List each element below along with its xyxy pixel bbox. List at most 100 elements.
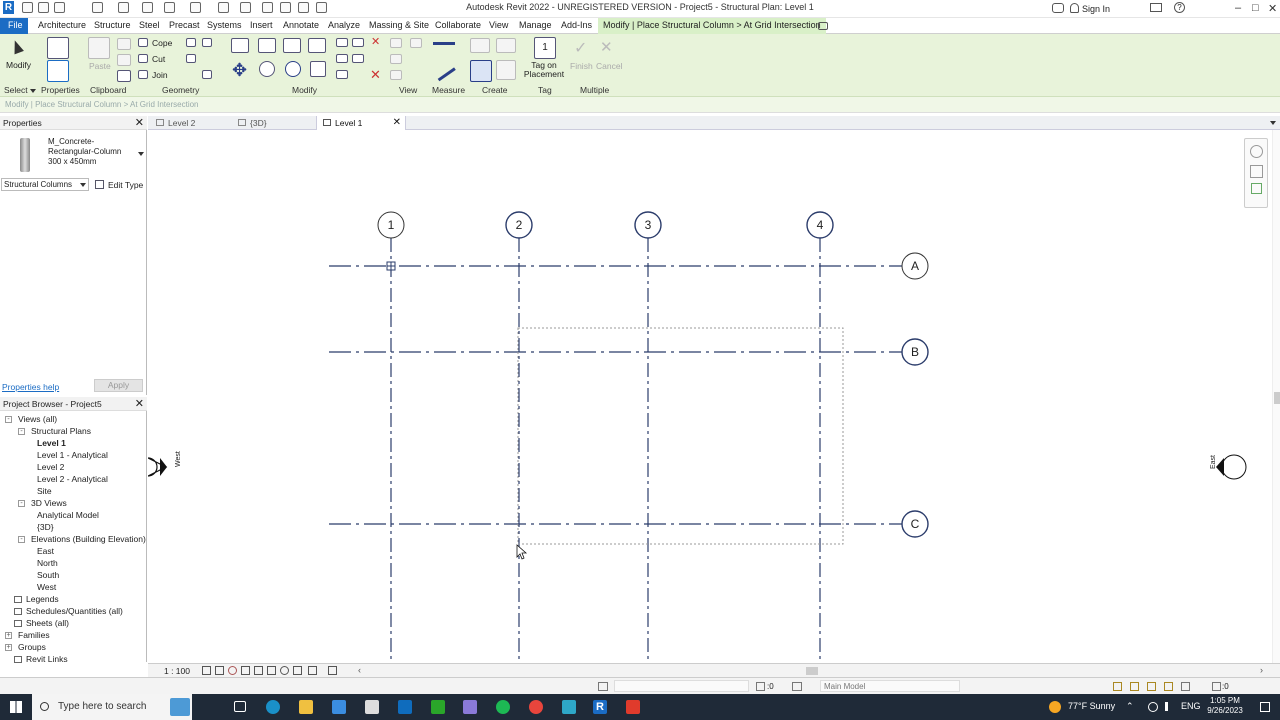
visual-style-icon[interactable]	[215, 666, 224, 675]
cut-button[interactable]: Cut	[152, 54, 165, 64]
paste-button[interactable]: Paste	[89, 61, 111, 71]
minimize-button[interactable]: –	[1235, 2, 1241, 14]
cut-geometry-icon[interactable]	[138, 54, 148, 63]
tree-toggle-icon[interactable]: -	[18, 500, 25, 507]
browser-item[interactable]: Views (all)	[18, 414, 57, 424]
taskbar-search[interactable]: Type here to search	[32, 694, 192, 720]
design-options-icon[interactable]	[792, 682, 802, 691]
spotify-icon[interactable]	[496, 700, 510, 714]
tab-modify-place-column[interactable]: Modify | Place Structural Column > At Gr…	[598, 18, 826, 34]
browser-item[interactable]: Revit Links	[26, 654, 68, 664]
east-elevation-marker[interactable]	[1221, 454, 1247, 480]
worksharing-icon[interactable]	[598, 682, 608, 691]
task-view-icon[interactable]	[234, 701, 246, 712]
create-group-icon[interactable]	[470, 60, 492, 82]
structural-plan-drawing[interactable]: 1 2 3 4 A B C West East	[148, 130, 1272, 663]
browser-item[interactable]: Site	[37, 486, 52, 496]
drawing-canvas[interactable]: 1 2 3 4 A B C West East	[148, 130, 1272, 663]
tab-analyze[interactable]: Analyze	[328, 20, 360, 30]
notification-icon[interactable]	[1260, 702, 1270, 712]
cope-icon[interactable]	[138, 38, 148, 47]
browser-item[interactable]: Elevations (Building Elevation)	[31, 534, 146, 544]
ribbon-options-icon[interactable]	[818, 22, 828, 30]
create-assembly-icon[interactable]	[496, 60, 516, 80]
select-by-face-icon[interactable]	[1164, 682, 1173, 691]
edit-type-icon[interactable]	[95, 180, 104, 189]
browser-item[interactable]: Families	[18, 630, 50, 640]
scroll-left-icon[interactable]: ‹	[358, 665, 361, 675]
select-underlay-icon[interactable]	[1130, 682, 1139, 691]
tree-toggle-icon[interactable]: +	[5, 644, 12, 651]
align-icon[interactable]	[231, 38, 249, 53]
zoom-icon[interactable]	[1251, 183, 1262, 194]
browser-item[interactable]: Sheets (all)	[26, 618, 69, 628]
tree-toggle-icon[interactable]: -	[18, 536, 25, 543]
maximize-button[interactable]: □	[1252, 2, 1259, 14]
array-icon[interactable]	[336, 54, 348, 63]
join-button[interactable]: Join	[152, 70, 168, 80]
cancel-icon[interactable]: ✕	[600, 38, 613, 56]
wall-joins-icon[interactable]	[186, 54, 196, 63]
language-indicator[interactable]: ENG	[1181, 701, 1201, 711]
copy-icon[interactable]	[117, 54, 131, 66]
browser-item[interactable]: {3D}	[37, 522, 54, 532]
reveal-hidden-icon[interactable]	[293, 666, 302, 675]
unpin-icon[interactable]	[352, 54, 364, 63]
crop-region-icon[interactable]	[267, 666, 276, 675]
view-extra-icon[interactable]	[410, 38, 422, 48]
tab-systems[interactable]: Systems	[207, 20, 242, 30]
tray-chevron-icon[interactable]: ⌃	[1126, 701, 1134, 712]
close-browser-icon[interactable]: ✕	[135, 397, 144, 410]
cancel-button[interactable]: Cancel	[596, 61, 622, 71]
browser-item[interactable]: West	[37, 582, 56, 592]
tree-toggle-icon[interactable]: +	[5, 632, 12, 639]
media-app-icon[interactable]	[463, 700, 477, 714]
tree-toggle-icon[interactable]: -	[18, 428, 25, 435]
browser-item[interactable]: North	[37, 558, 58, 568]
paste-icon[interactable]	[88, 37, 110, 59]
linework-icon[interactable]	[390, 54, 402, 64]
scale-icon[interactable]	[336, 70, 348, 79]
mirror-draw-icon[interactable]	[308, 38, 326, 53]
split-icon[interactable]	[336, 38, 348, 47]
category-filter[interactable]: Structural Columns	[1, 178, 89, 191]
weather-text[interactable]: 77°F Sunny	[1068, 701, 1115, 711]
delete-small-icon[interactable]: ✕	[371, 37, 380, 48]
help-icon[interactable]: ?	[1174, 2, 1185, 13]
cart-icon[interactable]	[1150, 3, 1162, 12]
close-properties-icon[interactable]: ✕	[135, 116, 144, 129]
scrollbar-thumb[interactable]	[1274, 392, 1280, 404]
view-scale[interactable]: 1 : 100	[164, 666, 190, 676]
filter-icon[interactable]	[756, 682, 765, 691]
chevron-down-icon[interactable]	[30, 89, 36, 93]
chrome-icon[interactable]	[529, 700, 543, 714]
tag-on-placement-button[interactable]: Tag on Placement	[522, 61, 566, 79]
weather-sun-icon[interactable]	[1049, 701, 1061, 713]
vertical-scrollbar[interactable]	[1272, 130, 1280, 663]
steering-wheel-icon[interactable]	[1250, 165, 1263, 178]
create-similar-icon[interactable]	[470, 38, 490, 53]
view-cube-icon[interactable]	[1250, 145, 1263, 158]
tab-architecture[interactable]: Architecture	[38, 20, 86, 30]
windows-start-icon[interactable]	[10, 701, 22, 713]
move-icon[interactable]: ✥	[232, 61, 247, 79]
browser-item[interactable]: Level 2	[37, 462, 64, 472]
volume-icon[interactable]	[1165, 702, 1172, 711]
clock[interactable]: 1:05 PM 9/26/2023	[1206, 696, 1244, 716]
mail-icon[interactable]	[365, 700, 379, 714]
tree-toggle-icon[interactable]: -	[5, 416, 12, 423]
create-parts-icon[interactable]	[496, 38, 516, 53]
modify-button[interactable]: Modify	[6, 60, 31, 70]
copy-element-icon[interactable]	[259, 61, 275, 77]
properties-palette-icon[interactable]	[47, 60, 69, 82]
offset-icon[interactable]	[258, 38, 276, 53]
view-tab-level-1[interactable]: Level 1 ✕	[316, 116, 406, 130]
shadows-icon[interactable]	[241, 666, 250, 675]
select-links-icon[interactable]	[1113, 682, 1122, 691]
measure-distance-icon[interactable]	[433, 42, 455, 45]
tab-menu-chevron-icon[interactable]	[1270, 121, 1276, 125]
tab-insert[interactable]: Insert	[250, 20, 273, 30]
browser-item[interactable]: Groups	[18, 642, 46, 652]
tab-view[interactable]: View	[489, 20, 508, 30]
browser-item[interactable]: Legends	[26, 594, 59, 604]
